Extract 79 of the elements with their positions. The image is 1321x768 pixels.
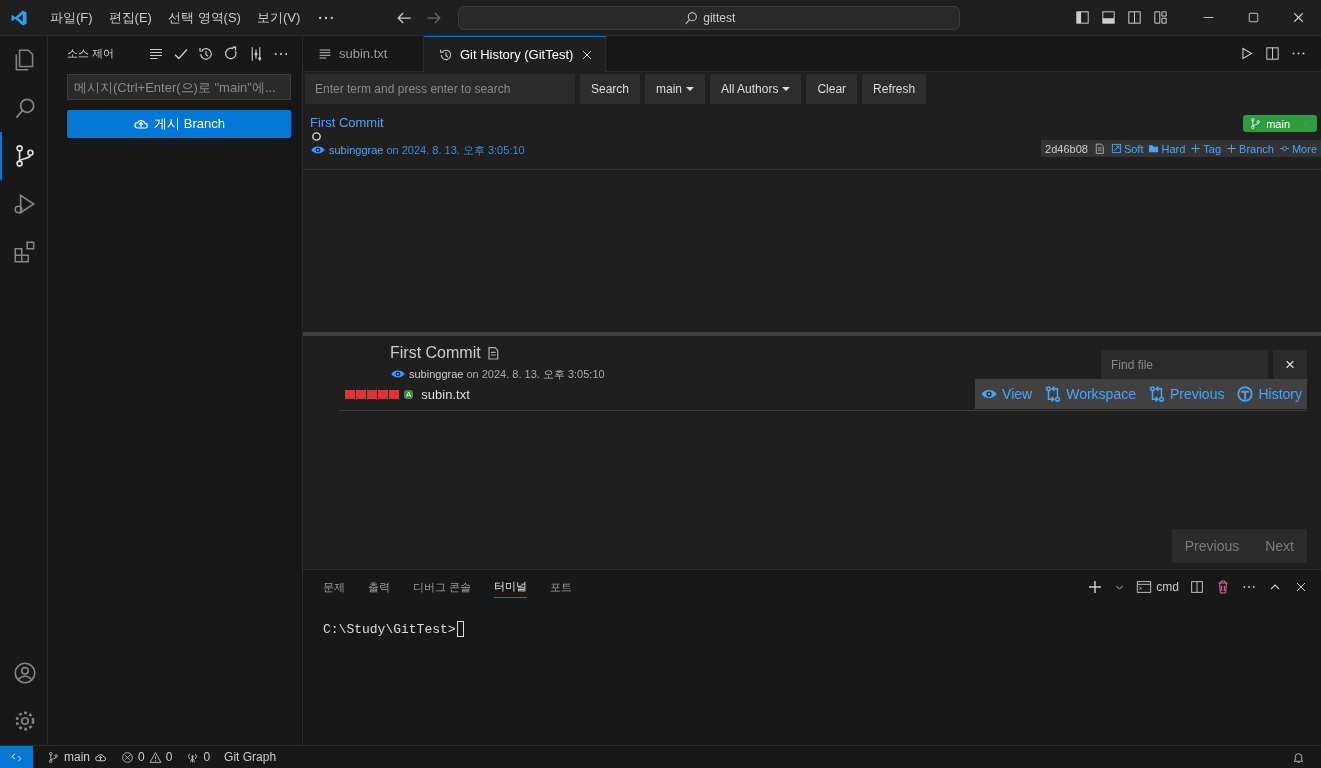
branch-icon bbox=[47, 750, 60, 764]
panel-tab[interactable]: 문제 bbox=[323, 576, 345, 598]
commit-message-field[interactable]: 메시지(Ctrl+Enter(으)로 "main"에... bbox=[67, 74, 291, 100]
toolbar-button[interactable]: Refresh bbox=[862, 74, 927, 104]
status-badge: A bbox=[404, 390, 414, 399]
search-icon bbox=[683, 9, 700, 26]
bell-icon[interactable] bbox=[1292, 750, 1305, 764]
new-terminal-icon[interactable] bbox=[1087, 579, 1104, 595]
error-icon bbox=[121, 750, 134, 764]
branch-icon bbox=[1249, 117, 1263, 130]
status-item[interactable]: 0 bbox=[186, 750, 211, 764]
commit-action-link[interactable]: Tag bbox=[1190, 142, 1222, 155]
status-item[interactable]: Git Graph bbox=[224, 750, 277, 764]
account-icon[interactable] bbox=[11, 660, 38, 686]
menu-item[interactable]: 파일(F) bbox=[42, 8, 101, 27]
panel-tab[interactable]: 출력 bbox=[368, 576, 390, 598]
file-action-link[interactable]: Previous bbox=[1147, 385, 1225, 403]
status-item[interactable]: main bbox=[47, 750, 107, 764]
remote-icon bbox=[10, 750, 23, 764]
terminal-profile-button[interactable]: cmd bbox=[1136, 579, 1179, 595]
toolbar-button[interactable]: Search bbox=[580, 74, 641, 104]
toggle-secondary-sidebar-icon[interactable] bbox=[1126, 9, 1143, 26]
dropdown-button[interactable]: main bbox=[645, 74, 706, 104]
commit-date: on 2024. 8. 13. 오후 3:05:10 bbox=[466, 366, 605, 382]
menu-item[interactable]: 선택 영역(S) bbox=[159, 8, 249, 27]
terminal-icon bbox=[1136, 579, 1153, 595]
commit-icon bbox=[1278, 143, 1290, 154]
panel-tab[interactable]: 포트 bbox=[550, 576, 573, 598]
menu-item[interactable]: 편집(E) bbox=[100, 8, 160, 27]
commit-action-link[interactable]: Soft bbox=[1110, 142, 1144, 155]
search-field[interactable]: gittest bbox=[458, 5, 961, 30]
terminal-cursor bbox=[456, 621, 464, 637]
panel-tab[interactable]: 터미널 bbox=[494, 576, 528, 598]
commit-action-link[interactable]: More bbox=[1278, 142, 1317, 155]
status-item[interactable]: 0 0 bbox=[121, 750, 173, 764]
branch-badge: main bbox=[1243, 115, 1317, 132]
commit-action-link[interactable]: Branch bbox=[1226, 142, 1274, 155]
trash-icon[interactable] bbox=[1215, 579, 1231, 595]
split-editor-icon[interactable] bbox=[1264, 45, 1281, 62]
commit-hash: 2d46b08 bbox=[1045, 142, 1088, 155]
caret-icon bbox=[686, 87, 695, 91]
dropdown-button[interactable]: All Authors bbox=[710, 74, 802, 104]
toggle-sidebar-icon[interactable] bbox=[1074, 9, 1091, 26]
panel-title: 소스 제어 bbox=[67, 46, 115, 61]
close-button[interactable]: × bbox=[1273, 350, 1307, 379]
editor-tab[interactable]: Git History (GitTest) bbox=[424, 36, 607, 72]
publish-branch-button[interactable]: 게시 Branch bbox=[67, 110, 291, 138]
commit-author: subinggrae bbox=[409, 368, 464, 380]
commit-date: on 2024. 8. 13. 오후 3:05:10 bbox=[386, 142, 525, 158]
file-action-link[interactable]: History bbox=[1236, 385, 1302, 403]
terminal-prompt: C:\Study\GitTest> bbox=[323, 621, 456, 637]
folder-icon bbox=[1148, 143, 1160, 154]
diffstat-drawing bbox=[345, 390, 399, 399]
file-action-link[interactable]: Workspace bbox=[1044, 385, 1136, 403]
commit-node-icon bbox=[311, 131, 322, 142]
caret-icon bbox=[782, 87, 791, 91]
compare-icon bbox=[1044, 385, 1063, 403]
file-name[interactable]: subin.txt bbox=[421, 387, 470, 402]
compare-icon bbox=[1147, 385, 1166, 403]
commit-title: First Commit bbox=[390, 344, 481, 362]
find-file-field[interactable]: Find file bbox=[1101, 350, 1268, 379]
plus-icon bbox=[1226, 143, 1238, 154]
history-icon bbox=[1236, 385, 1255, 403]
antenna-icon bbox=[186, 750, 200, 764]
split-terminal-icon[interactable] bbox=[1189, 579, 1205, 595]
commit-author[interactable]: subinggrae bbox=[329, 144, 384, 156]
commit-title[interactable]: First Commit bbox=[310, 115, 384, 130]
toggle-panel-icon[interactable] bbox=[1100, 9, 1117, 26]
search-field[interactable]: Enter term and press enter to search bbox=[305, 74, 575, 104]
warning-icon bbox=[148, 750, 162, 764]
arrow-box-icon bbox=[1110, 143, 1122, 154]
commit-action-link[interactable]: Hard bbox=[1148, 142, 1186, 155]
toolbar-button[interactable]: Clear bbox=[806, 74, 858, 104]
menu-item[interactable]: 보기(V) bbox=[248, 8, 309, 27]
layout-icon[interactable] bbox=[1152, 9, 1169, 26]
app-logo-icon bbox=[10, 8, 28, 27]
file-action-link[interactable]: View bbox=[980, 385, 1033, 403]
plus-icon bbox=[1190, 143, 1202, 154]
panel-tab[interactable]: 디버그 콘솔 bbox=[413, 576, 472, 598]
